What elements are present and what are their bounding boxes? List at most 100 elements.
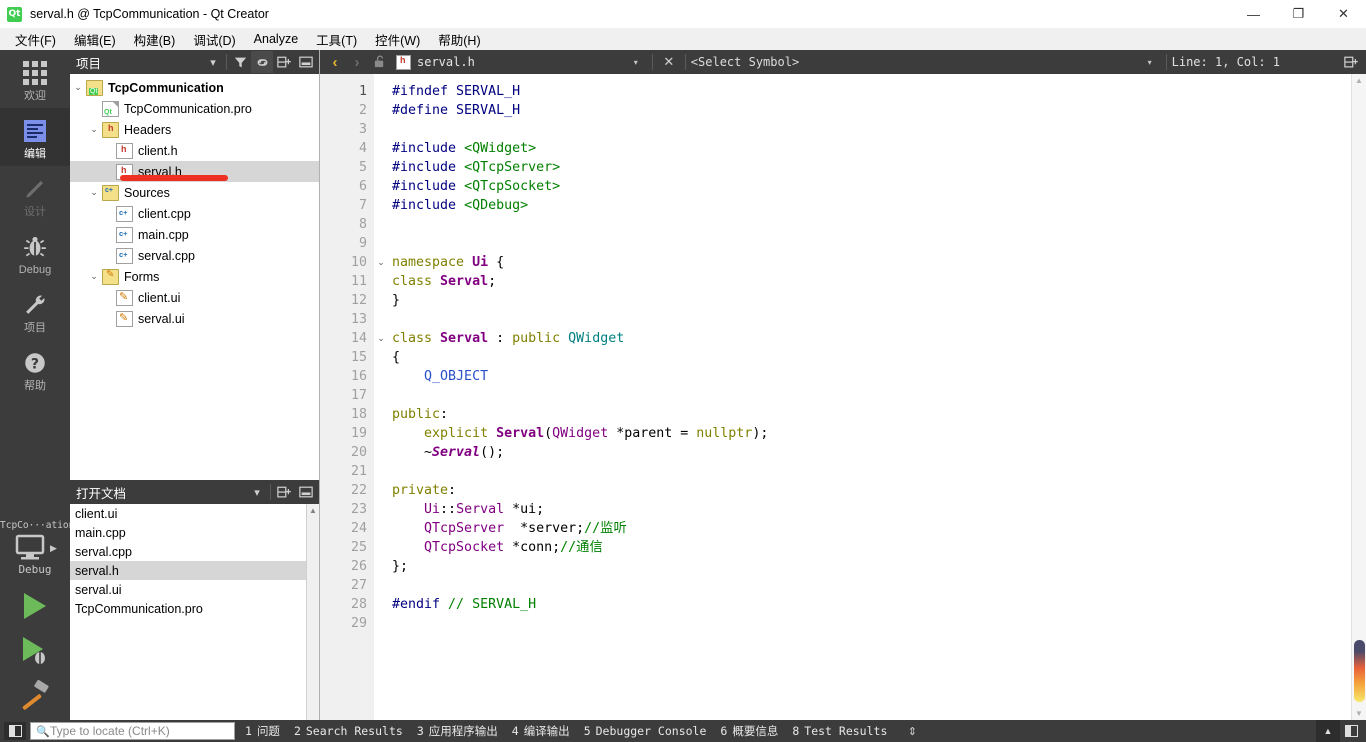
- kit-selector[interactable]: ▶: [0, 533, 70, 563]
- menu-file[interactable]: 文件(F): [6, 28, 65, 51]
- maximize-output-pane-button[interactable]: ▲: [1316, 720, 1340, 742]
- mode-edit[interactable]: 编辑: [0, 108, 70, 166]
- code-line[interactable]: Ui::Serval *ui;: [392, 500, 1351, 519]
- output-pane-search-results[interactable]: 2 Search Results: [294, 724, 403, 738]
- code-line[interactable]: ~Serval();: [392, 443, 1351, 462]
- fold-marker[interactable]: [374, 120, 388, 139]
- current-file-chip[interactable]: serval.h: [396, 54, 475, 70]
- code-line[interactable]: };: [392, 557, 1351, 576]
- sidebar-toggle-icon[interactable]: [4, 722, 26, 740]
- tree-row-serval-ui[interactable]: serval.ui: [70, 308, 319, 329]
- code-line[interactable]: [392, 614, 1351, 633]
- code-line[interactable]: [392, 234, 1351, 253]
- tree-row-main-cpp[interactable]: main.cpp: [70, 224, 319, 245]
- fold-marker[interactable]: [374, 101, 388, 120]
- file-dropdown-chevron-icon[interactable]: ▾: [625, 51, 647, 73]
- open-doc-item[interactable]: TcpCommunication.pro: [70, 599, 319, 618]
- code-line[interactable]: [392, 215, 1351, 234]
- code-line[interactable]: }: [392, 291, 1351, 310]
- fold-marker[interactable]: [374, 614, 388, 633]
- project-panel-chevron-down-icon[interactable]: ▾: [202, 51, 224, 73]
- code-line[interactable]: #define SERVAL_H: [392, 101, 1351, 120]
- mode-debug[interactable]: Debug: [0, 224, 70, 282]
- open-doc-item[interactable]: main.cpp: [70, 523, 319, 542]
- code-line[interactable]: explicit Serval(QWidget *parent = nullpt…: [392, 424, 1351, 443]
- fold-marker[interactable]: [374, 272, 388, 291]
- fold-marker[interactable]: [374, 367, 388, 386]
- code-line[interactable]: class Serval : public QWidget: [392, 329, 1351, 348]
- code-line[interactable]: namespace Ui {: [392, 253, 1351, 272]
- updown-arrows-icon[interactable]: ⇕: [901, 725, 923, 738]
- tree-row-pro-file[interactable]: Qt TcpCommunication.pro: [70, 98, 319, 119]
- fold-marker[interactable]: [374, 348, 388, 367]
- fold-marker[interactable]: ⌄: [374, 253, 388, 272]
- navigate-back-button[interactable]: ‹: [324, 51, 346, 73]
- open-doc-item[interactable]: client.ui: [70, 504, 319, 523]
- output-pane-test-results[interactable]: 8 Test Results: [792, 724, 887, 738]
- code-line[interactable]: #ifndef SERVAL_H: [392, 82, 1351, 101]
- debug-run-button[interactable]: [0, 628, 70, 672]
- code-line[interactable]: public:: [392, 405, 1351, 424]
- fold-marker[interactable]: [374, 595, 388, 614]
- output-pane-issues[interactable]: 1 问题: [245, 723, 280, 739]
- fold-marker[interactable]: ⌄: [374, 329, 388, 348]
- maximize-button[interactable]: ❐: [1276, 0, 1321, 28]
- mode-design[interactable]: 设计: [0, 166, 70, 224]
- code-line[interactable]: QTcpSocket *conn;//通信: [392, 538, 1351, 557]
- mode-help[interactable]: ? 帮助: [0, 340, 70, 398]
- tree-row-client-cpp[interactable]: client.cpp: [70, 203, 319, 224]
- fold-marker[interactable]: [374, 519, 388, 538]
- code-editor[interactable]: 1 2 3 4 5 6 7 8 9 10 11 12 13 14 15 16 17 18 19 20 21 22 23 24 2…: [320, 74, 1366, 720]
- fold-marker[interactable]: [374, 500, 388, 519]
- locator-input[interactable]: 🔍 Type to locate (Ctrl+K): [30, 722, 235, 740]
- chevron-down-icon[interactable]: ⌄: [86, 124, 102, 135]
- scroll-up-icon[interactable]: ▲: [1355, 74, 1363, 87]
- collapse-icon[interactable]: [295, 481, 317, 503]
- chevron-down-icon[interactable]: ⌄: [86, 271, 102, 282]
- output-toggle-icon[interactable]: [1340, 720, 1362, 742]
- tree-row-headers[interactable]: ⌄ Headers: [70, 119, 319, 140]
- fold-marker[interactable]: [374, 443, 388, 462]
- tree-row-project[interactable]: ⌄ TcpCommunication: [70, 77, 319, 98]
- code-line[interactable]: [392, 576, 1351, 595]
- code-line[interactable]: {: [392, 348, 1351, 367]
- fold-marker[interactable]: [374, 177, 388, 196]
- code-text[interactable]: #ifndef SERVAL_H #define SERVAL_H #includ…: [388, 74, 1351, 720]
- open-documents-scrollbar[interactable]: ▲: [306, 504, 319, 720]
- menu-debug[interactable]: 调试(D): [184, 28, 244, 51]
- menu-widgets[interactable]: 控件(W): [366, 28, 429, 51]
- output-pane-debugger-console[interactable]: 5 Debugger Console: [584, 724, 707, 738]
- split-icon[interactable]: [1340, 51, 1362, 73]
- menu-edit[interactable]: 编辑(E): [65, 28, 125, 51]
- code-line[interactable]: [392, 386, 1351, 405]
- fold-marker[interactable]: [374, 196, 388, 215]
- chevron-down-icon[interactable]: ⌄: [70, 82, 86, 93]
- fold-marker[interactable]: [374, 234, 388, 253]
- minimize-button[interactable]: —: [1231, 0, 1276, 28]
- fold-marker[interactable]: [374, 291, 388, 310]
- tree-row-sources[interactable]: ⌄ Sources: [70, 182, 319, 203]
- code-line[interactable]: [392, 310, 1351, 329]
- editor-scrollbar[interactable]: ▲ ▼: [1351, 74, 1366, 720]
- open-doc-item[interactable]: serval.ui: [70, 580, 319, 599]
- fold-marker[interactable]: [374, 576, 388, 595]
- fold-marker[interactable]: [374, 386, 388, 405]
- code-line[interactable]: #include <QDebug>: [392, 196, 1351, 215]
- mode-projects[interactable]: 项目: [0, 282, 70, 340]
- chevron-down-icon[interactable]: ⌄: [86, 187, 102, 198]
- link-icon[interactable]: [251, 51, 273, 73]
- output-pane-general-messages[interactable]: 6 概要信息: [720, 723, 778, 739]
- tree-row-client-h[interactable]: client.h: [70, 140, 319, 161]
- collapse-icon[interactable]: [295, 51, 317, 73]
- open-doc-item[interactable]: serval.cpp: [70, 542, 319, 561]
- code-line[interactable]: [392, 120, 1351, 139]
- fold-marker[interactable]: [374, 215, 388, 234]
- filter-icon[interactable]: [229, 51, 251, 73]
- tree-row-serval-cpp[interactable]: serval.cpp: [70, 245, 319, 266]
- fold-marker[interactable]: [374, 424, 388, 443]
- fold-marker[interactable]: [374, 139, 388, 158]
- scroll-down-icon[interactable]: ▼: [1355, 707, 1363, 720]
- open-documents-chevron-down-icon[interactable]: ▾: [246, 481, 268, 503]
- menu-build[interactable]: 构建(B): [125, 28, 185, 51]
- tree-row-serval-h[interactable]: serval.h: [70, 161, 319, 182]
